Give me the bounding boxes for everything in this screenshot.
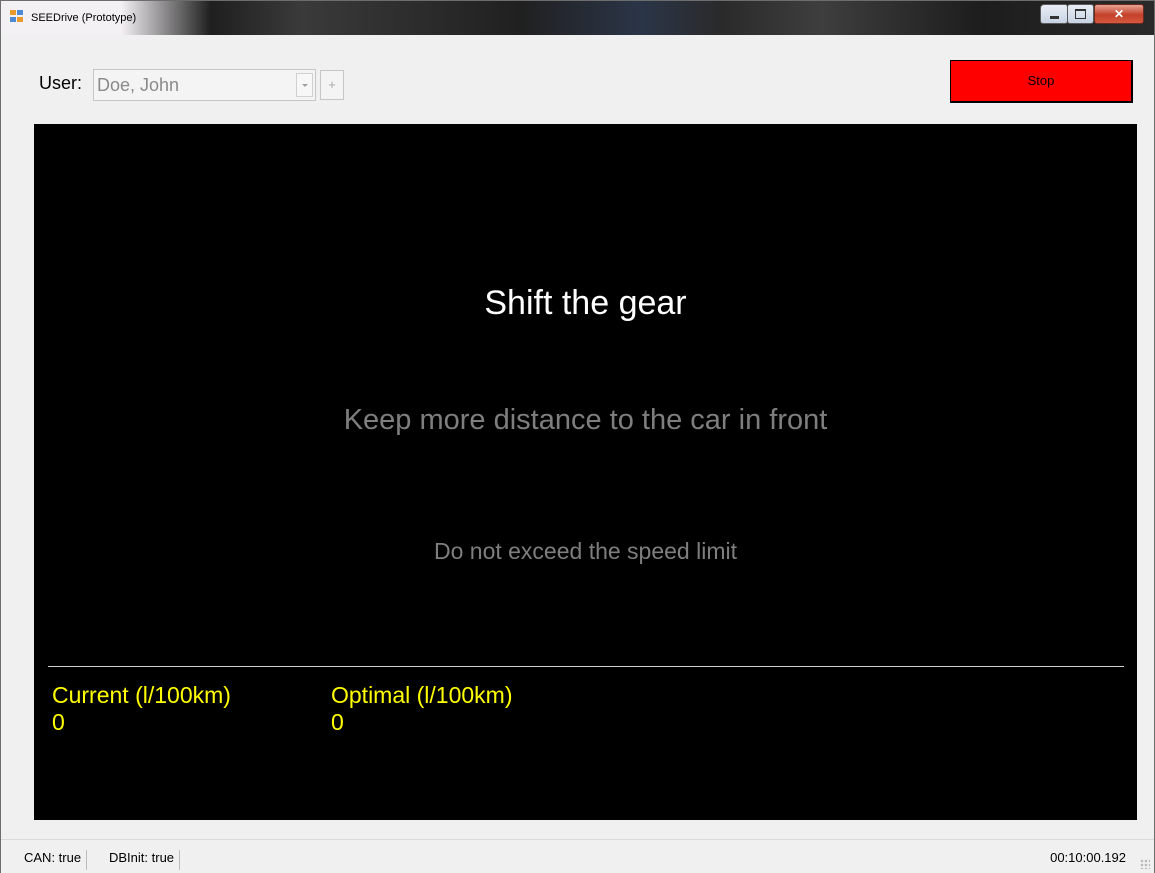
current-consumption-value: 0 [52,709,65,735]
user-select[interactable]: Doe, John [93,69,316,101]
window-title: SEEDrive (Prototype) [31,12,137,24]
maximize-icon [1068,5,1093,23]
maximize-button[interactable] [1067,4,1094,24]
app-window: SEEDrive (Prototype) ✕ User: Doe, John +… [0,0,1155,873]
minimize-icon [1041,5,1067,23]
message-primary: Shift the gear [484,284,687,322]
current-consumption-label: Current (l/100km) [52,682,231,708]
message-tertiary: Do not exceed the speed limit [433,538,737,564]
add-user-button[interactable]: + [320,70,344,100]
close-icon: ✕ [1113,7,1125,21]
divider [48,666,1124,667]
status-can: CAN: true [24,850,88,870]
title-bar[interactable]: SEEDrive (Prototype) ✕ [1,1,1154,35]
user-label: User: [39,73,83,93]
status-dbinit: DBInit: true [109,850,181,870]
app-icon [10,10,26,24]
status-bar: CAN: true DBInit: true 00:10:00.192 [1,839,1154,873]
optimal-consumption: Optimal (l/100km) 0 [331,682,512,736]
driving-display: Shift the gear Keep more distance to the… [34,124,1137,820]
optimal-consumption-label: Optimal (l/100km) [331,682,513,708]
status-time: 00:10:00.192 [1050,850,1126,865]
minimize-button[interactable] [1040,4,1068,24]
close-button[interactable]: ✕ [1094,4,1144,24]
user-select-value: Doe, John [97,75,180,95]
message-secondary: Keep more distance to the car in front [343,404,828,436]
stop-button[interactable]: Stop [950,60,1133,103]
current-consumption: Current (l/100km) 0 [52,682,231,736]
optimal-consumption-value: 0 [331,709,344,735]
resize-grip-icon[interactable] [1140,859,1150,869]
chevron-down-icon[interactable] [296,73,313,97]
